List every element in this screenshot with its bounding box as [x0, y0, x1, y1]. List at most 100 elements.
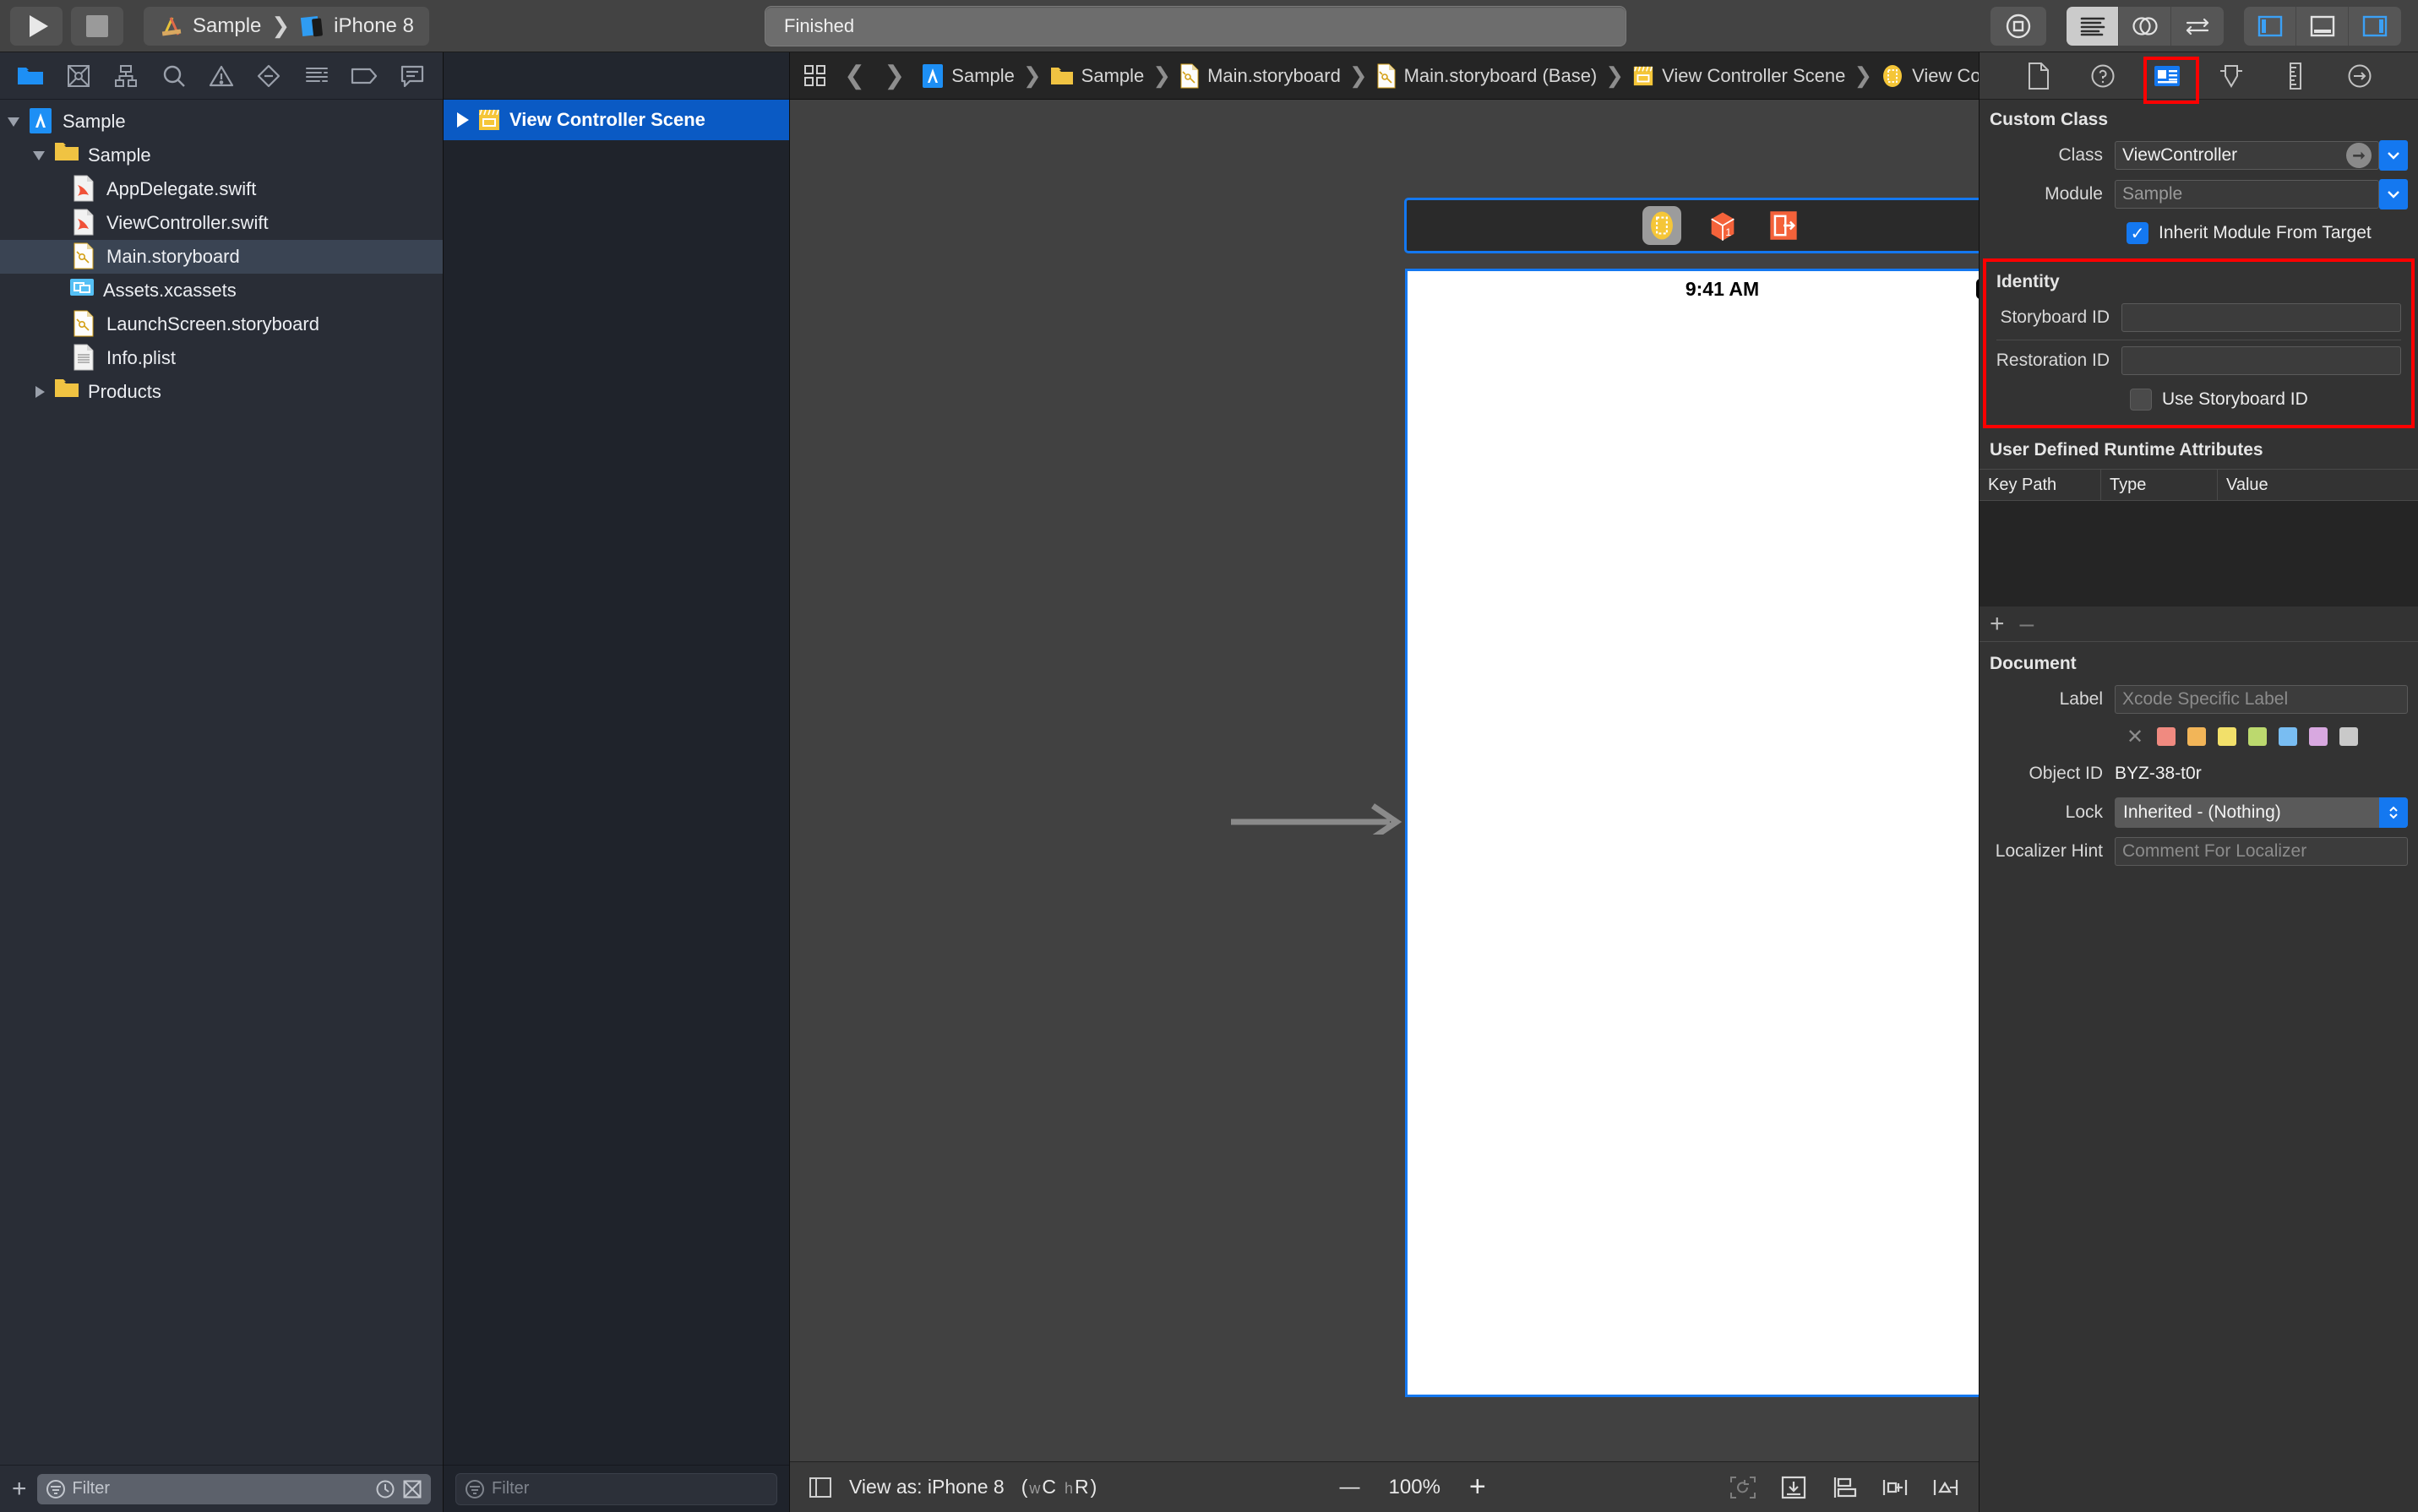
- swatch-purple[interactable]: [2309, 727, 2328, 746]
- width-class-prefix: w: [1029, 1480, 1041, 1497]
- assistant-grid-icon[interactable]: [803, 64, 827, 88]
- module-popup-button[interactable]: [2379, 179, 2408, 209]
- module-value: Sample: [2122, 184, 2183, 204]
- tree-item-folder-sample[interactable]: Sample: [0, 139, 443, 172]
- tree-item-label: Products: [88, 381, 161, 402]
- disclosure-triangle[interactable]: [7, 112, 25, 131]
- breakpoint-navigator-icon[interactable]: [345, 59, 384, 93]
- issue-navigator-icon[interactable]: [202, 59, 241, 93]
- exit-icon[interactable]: [1764, 206, 1803, 245]
- find-navigator-icon[interactable]: [155, 59, 193, 93]
- library-button[interactable]: [1990, 6, 2046, 46]
- tree-item-assets-xcassets[interactable]: Assets.xcassets: [0, 274, 443, 307]
- test-navigator-icon[interactable]: [249, 59, 288, 93]
- assistant-editor-button[interactable]: [2119, 6, 2171, 46]
- navigator-filter-input[interactable]: Filter: [36, 1473, 431, 1504]
- resolve-auto-layout-icon[interactable]: [1779, 1475, 1808, 1500]
- tree-item-project[interactable]: Sample: [0, 105, 443, 139]
- toggle-inspector-button[interactable]: [2349, 7, 2401, 46]
- project-navigator-icon[interactable]: [11, 59, 50, 93]
- document-outline-toggle[interactable]: [809, 1477, 832, 1498]
- udra-add-button[interactable]: +: [1990, 610, 2005, 639]
- status-bar[interactable]: Finished: [765, 5, 1626, 46]
- breadcrumb-item-scene[interactable]: View Controller Scene: [1629, 65, 1849, 87]
- breadcrumb-item-project[interactable]: Sample: [918, 63, 1018, 89]
- source-control-navigator-icon[interactable]: [59, 59, 98, 93]
- clear-color-button[interactable]: ✕: [2127, 725, 2143, 749]
- class-input[interactable]: ViewController ➞: [2115, 141, 2379, 170]
- interface-builder-canvas[interactable]: 1 9:41 AM: [790, 100, 1979, 1461]
- tree-item-main-storyboard[interactable]: Main.storyboard: [0, 240, 443, 274]
- lock-stepper-icon[interactable]: [2379, 797, 2408, 828]
- toggle-navigator-button[interactable]: [2244, 6, 2296, 46]
- quick-help-inspector-icon[interactable]: [2084, 59, 2121, 93]
- breadcrumb-item-storyboard[interactable]: Main.storyboard: [1176, 63, 1344, 89]
- swatch-red[interactable]: [2157, 727, 2176, 746]
- document-section-title: Document: [1990, 654, 2077, 673]
- label-input[interactable]: Xcode Specific Label: [2115, 685, 2408, 714]
- report-navigator-icon[interactable]: [393, 59, 432, 93]
- version-editor-button[interactable]: [2171, 7, 2224, 46]
- run-button[interactable]: [10, 6, 63, 46]
- tree-item-info-plist[interactable]: Info.plist: [0, 341, 443, 375]
- identity-inspector-icon[interactable]: [2148, 59, 2186, 93]
- align-icon[interactable]: [1830, 1475, 1859, 1500]
- module-input[interactable]: Sample: [2115, 180, 2379, 209]
- recent-files-filter-icon[interactable]: [375, 1479, 395, 1499]
- swatch-green[interactable]: [2248, 727, 2268, 746]
- size-inspector-icon[interactable]: [2277, 59, 2314, 93]
- restoration-id-input[interactable]: [2121, 346, 2401, 375]
- tree-item-launchscreen-storyboard[interactable]: LaunchScreen.storyboard: [0, 307, 443, 341]
- add-constraints-icon[interactable]: [1931, 1475, 1960, 1500]
- storyboard-id-input[interactable]: [2121, 303, 2401, 332]
- udra-remove-button[interactable]: –: [2020, 610, 2034, 639]
- debug-navigator-icon[interactable]: [297, 59, 336, 93]
- back-button[interactable]: ❮: [844, 61, 865, 90]
- outline-item-view-controller-scene[interactable]: View Controller Scene: [444, 100, 789, 140]
- disclosure-triangle[interactable]: [32, 146, 51, 165]
- swatch-orange[interactable]: [2187, 727, 2207, 746]
- use-storyboard-id-checkbox[interactable]: [2130, 389, 2152, 411]
- localizer-hint-input[interactable]: Comment For Localizer: [2115, 837, 2408, 866]
- outline-filter-input[interactable]: Filter: [455, 1472, 777, 1505]
- simulated-device-view[interactable]: 9:41 AM: [1405, 269, 1979, 1397]
- disclosure-triangle[interactable]: [32, 383, 51, 401]
- symbol-navigator-icon[interactable]: [106, 59, 145, 93]
- inherit-module-checkbox[interactable]: ✓: [2127, 222, 2148, 244]
- attributes-inspector-icon[interactable]: [2213, 59, 2250, 93]
- zoom-in-button[interactable]: +: [1469, 1471, 1486, 1504]
- tree-item-label: Sample: [88, 144, 151, 166]
- update-frames-icon[interactable]: [1729, 1475, 1757, 1500]
- class-popup-button[interactable]: [2379, 140, 2408, 171]
- zoom-out-button[interactable]: —: [1340, 1476, 1360, 1499]
- outline-filter-bar: Filter: [444, 1465, 789, 1512]
- connections-inspector-icon[interactable]: [2341, 59, 2378, 93]
- breadcrumb-item-view-controller[interactable]: View Controller: [1877, 63, 1979, 89]
- tree-item-products[interactable]: Products: [0, 375, 443, 409]
- tree-item-appdelegate-swift[interactable]: AppDelegate.swift: [0, 172, 443, 206]
- tree-item-viewcontroller-swift[interactable]: ViewController.swift: [0, 206, 443, 240]
- add-file-button[interactable]: +: [12, 1476, 27, 1502]
- view-controller-icon[interactable]: [1642, 206, 1681, 245]
- lock-select[interactable]: Inherited - (Nothing): [2115, 797, 2408, 828]
- file-inspector-icon[interactable]: [2020, 59, 2057, 93]
- swatch-yellow[interactable]: [2218, 727, 2237, 746]
- swatch-blue[interactable]: [2279, 727, 2298, 746]
- forward-button[interactable]: ❯: [884, 61, 905, 90]
- scheme-selector[interactable]: Sample ❯ iPhone 8: [144, 6, 429, 46]
- standard-editor-button[interactable]: [2067, 6, 2119, 46]
- disclosure-triangle[interactable]: [457, 112, 469, 128]
- first-responder-icon[interactable]: 1: [1703, 206, 1742, 245]
- udra-table-body[interactable]: [1980, 501, 2418, 606]
- canvas-bottom-bar: View as: iPhone 8 ( w C h R ) — 100% +: [790, 1461, 1979, 1512]
- zoom-level-label[interactable]: 100%: [1389, 1476, 1440, 1499]
- breadcrumb-item-storyboard-base[interactable]: Main.storyboard (Base): [1373, 63, 1601, 89]
- stop-button[interactable]: [71, 6, 123, 46]
- source-control-filter-icon[interactable]: [402, 1479, 422, 1499]
- pin-icon[interactable]: [1881, 1475, 1909, 1500]
- breadcrumb-item-folder[interactable]: Sample: [1047, 65, 1148, 87]
- swatch-gray[interactable]: [2339, 727, 2359, 746]
- open-class-arrow-icon[interactable]: ➞: [2346, 143, 2372, 168]
- toggle-debug-button[interactable]: [2296, 6, 2349, 46]
- view-as-label[interactable]: View as: iPhone 8: [849, 1476, 1005, 1498]
